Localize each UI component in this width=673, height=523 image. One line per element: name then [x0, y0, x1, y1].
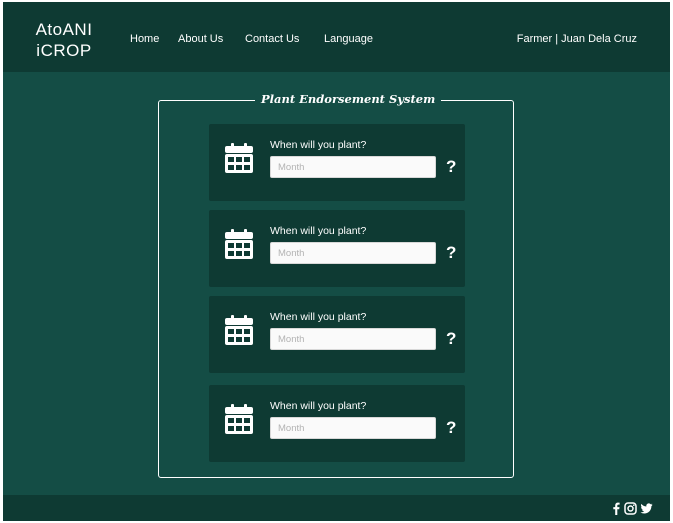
planting-card: When will you plant? ?	[209, 296, 465, 373]
help-button[interactable]: ?	[446, 418, 456, 438]
brand-line-1: AtoANI	[35, 20, 93, 39]
brand-logo[interactable]: AtoANI iCROP	[29, 19, 99, 61]
planting-card: When will you plant? ?	[209, 385, 465, 462]
month-input[interactable]	[270, 328, 436, 350]
help-button[interactable]: ?	[446, 329, 456, 349]
help-button[interactable]: ?	[446, 157, 456, 177]
calendar-icon	[225, 404, 253, 434]
month-input[interactable]	[270, 242, 436, 264]
nav-language-link[interactable]: Language	[324, 33, 373, 45]
planting-card: When will you plant? ?	[209, 210, 465, 287]
user-info[interactable]: Farmer | Juan Dela Cruz	[517, 33, 637, 45]
facebook-icon[interactable]	[609, 502, 622, 515]
navbar: AtoANI iCROP Home About Us Contact Us La…	[3, 2, 670, 72]
footer	[3, 495, 670, 521]
app-window: AtoANI iCROP Home About Us Contact Us La…	[3, 2, 670, 521]
planting-question-label: When will you plant?	[270, 225, 367, 237]
nav-home-link[interactable]: Home	[130, 33, 159, 45]
month-input[interactable]	[270, 417, 436, 439]
endorsement-panel: Plant Endorsement System When will you p…	[158, 92, 514, 478]
nav-about-link[interactable]: About Us	[178, 33, 223, 45]
calendar-icon	[225, 229, 253, 259]
planting-question-label: When will you plant?	[270, 400, 367, 412]
calendar-icon	[225, 315, 253, 345]
panel-title: Plant Endorsement System	[255, 92, 442, 106]
planting-card: When will you plant? ?	[209, 124, 465, 201]
nav-contact-link[interactable]: Contact Us	[245, 33, 299, 45]
brand-line-2: iCROP	[36, 41, 92, 60]
planting-question-label: When will you plant?	[270, 139, 367, 151]
help-button[interactable]: ?	[446, 243, 456, 263]
twitter-icon[interactable]	[640, 502, 653, 515]
calendar-icon	[225, 143, 253, 173]
instagram-icon[interactable]	[624, 502, 637, 515]
planting-question-label: When will you plant?	[270, 311, 367, 323]
month-input[interactable]	[270, 156, 436, 178]
